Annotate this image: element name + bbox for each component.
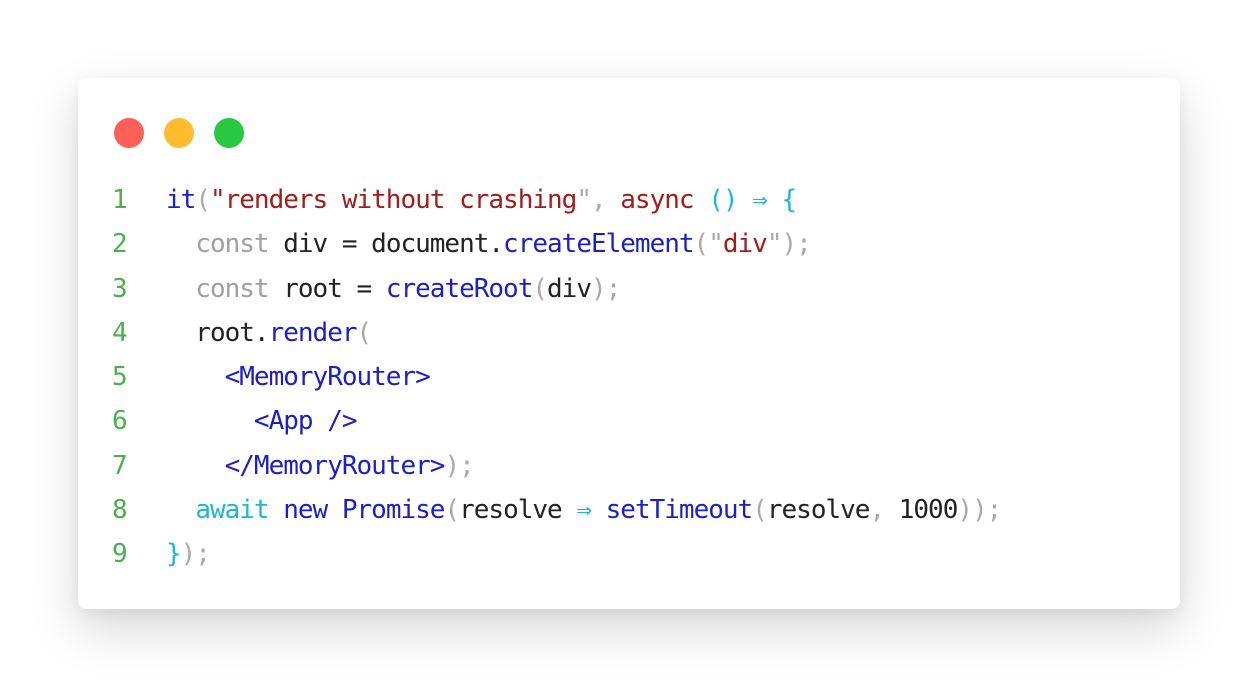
code-line: 3 const root = createRoot(div); (78, 267, 1180, 311)
code-token: new (283, 495, 328, 526)
code-token: createRoot (385, 273, 534, 304)
line-source: const root = createRoot(div); (166, 267, 621, 311)
code-token: ); (180, 539, 211, 570)
code-token: "); (766, 229, 812, 260)
code-token: ( (195, 185, 211, 215)
line-source: const div = document.createElement("div"… (166, 222, 811, 266)
code-token: ); (444, 450, 474, 481)
line-number: 6 (112, 406, 128, 437)
code-token: () ⇒ { (708, 185, 797, 215)
code-token: ( (356, 317, 373, 348)
line-source: </MemoryRouter>); (166, 444, 475, 488)
code-block: 1 it("renders without crashing", async ()… (78, 178, 1180, 577)
code-token: <MemoryRouter> (224, 362, 431, 393)
code-token: createElement (503, 229, 694, 260)
code-token: ⇒ (576, 495, 592, 526)
code-token: div (722, 229, 768, 260)
line-source: <MemoryRouter> (166, 355, 431, 399)
code-line: 2 const div = document.createElement("di… (78, 222, 1180, 266)
code-token: ); (591, 273, 621, 304)
code-token: (" (693, 229, 724, 260)
code-token: async (620, 185, 694, 215)
code-token: const (195, 229, 269, 260)
line-source: }); (166, 532, 211, 576)
code-token: render (268, 317, 358, 348)
line-number: 3 (112, 273, 128, 304)
line-source: <App /> (166, 399, 358, 443)
code-token: )); (957, 495, 1002, 526)
code-line: 4 root.render( (78, 311, 1180, 355)
code-token: resolve (459, 495, 577, 526)
code-window: 1 it("renders without crashing", async ()… (78, 78, 1180, 609)
code-token: div (547, 273, 592, 304)
close-dot-icon[interactable] (114, 118, 144, 148)
code-token: root = (268, 273, 386, 304)
line-number: 4 (112, 317, 128, 348)
code-token: it (166, 185, 196, 215)
code-token: ", (576, 185, 621, 215)
code-token: <App /> (253, 406, 358, 437)
code-token: , (869, 495, 899, 526)
code-token: ( (444, 495, 460, 526)
code-token: root. (166, 317, 269, 348)
line-number: 8 (112, 495, 128, 526)
line-number: 1 (112, 185, 128, 215)
line-number: 2 (112, 229, 128, 260)
code-token: </MemoryRouter> (224, 450, 446, 481)
code-line: 9}); (78, 532, 1180, 576)
line-number: 7 (112, 450, 128, 481)
code-token: Promise (341, 495, 446, 526)
code-token: } (166, 539, 182, 570)
line-number: 5 (112, 362, 128, 393)
code-token: ( (532, 273, 548, 304)
code-token: setTimeout (605, 495, 754, 526)
line-source: await new Promise(resolve ⇒ setTimeout(r… (166, 488, 1002, 532)
code-token: await (195, 495, 269, 526)
line-number: 9 (112, 539, 128, 570)
code-line: 1 it("renders without crashing", async ()… (78, 178, 1180, 222)
screenshot-canvas: 1 it("renders without crashing", async ()… (0, 0, 1258, 688)
zoom-dot-icon[interactable] (214, 118, 244, 148)
line-source: root.render( (166, 311, 373, 355)
window-controls (114, 118, 244, 148)
minimize-dot-icon[interactable] (164, 118, 194, 148)
code-token: resolve (766, 495, 871, 526)
code-token: "renders without crashing (209, 185, 577, 215)
code-line: 5 <MemoryRouter> (78, 355, 1180, 399)
code-token: const (195, 273, 269, 304)
code-line: 7 </MemoryRouter>); (78, 444, 1180, 488)
code-token: 1000 (898, 495, 959, 526)
line-source: it("renders without crashing", async () … (166, 178, 797, 222)
code-line: 6 <App /> (78, 399, 1180, 443)
code-token: div = document. (268, 229, 504, 260)
code-line: 8 await new Promise(resolve ⇒ setTimeout… (78, 488, 1180, 532)
code-token: ( (752, 495, 768, 526)
